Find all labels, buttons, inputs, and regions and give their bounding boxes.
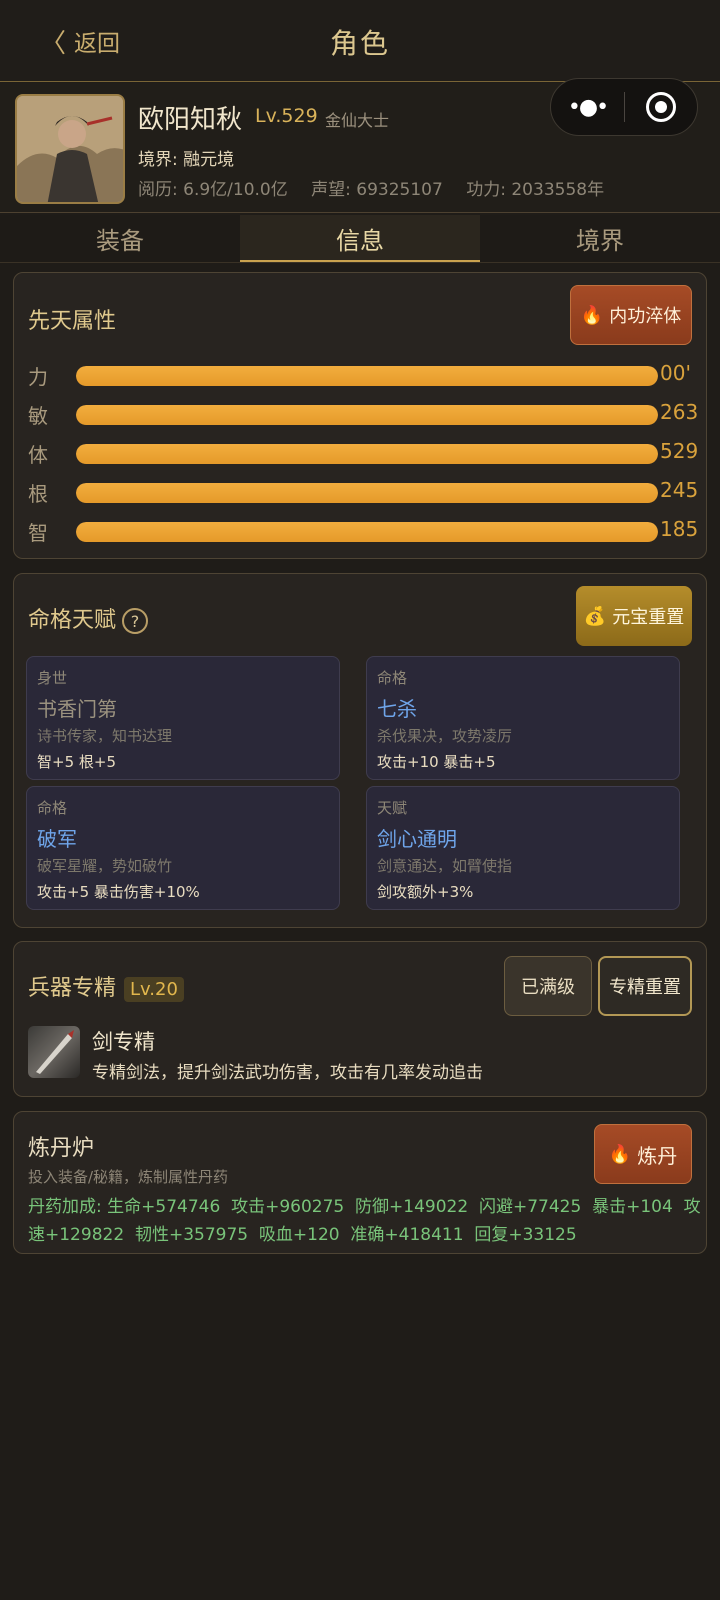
attribute-bar-fill: [76, 522, 658, 542]
attribute-bar-fill: [76, 366, 658, 386]
attribute-bar-fill: [76, 405, 658, 425]
talent-bonus: 智+5 根+5: [37, 753, 116, 771]
talent-title-row: 命格天赋?: [28, 602, 149, 634]
internal-training-label: 内功淬体: [609, 306, 682, 327]
talent-card[interactable]: 命格破军破军星耀，势如破竹攻击+5 暴击伤害+10%: [26, 786, 340, 910]
miniprogram-capsule: •●•: [550, 78, 698, 136]
power-text: 功力: 2033558年: [466, 180, 605, 200]
attribute-value: '00: [660, 361, 691, 385]
attribute-label: 体: [28, 443, 48, 467]
weapon-mastery-panel: 兵器专精 Lv.20 已满级 专精重置 剑专精 专精剑法，提升剑法武功伤害，攻击有…: [13, 941, 707, 1097]
tab-bar: 装备 信息 境界: [0, 215, 720, 263]
talent-bonus: 攻击+5 暴击伤害+10%: [37, 883, 200, 901]
attribute-bar: [76, 522, 658, 542]
attribute-row: 力 '00: [28, 361, 708, 391]
attribute-bar: [76, 366, 658, 386]
experience-text: 阅历: 6.9亿/10.0亿: [138, 180, 288, 200]
innate-title: 先天属性: [28, 309, 117, 334]
realm-text: 境界: 融元境: [138, 150, 235, 170]
mastery-level-badge: Lv.20: [124, 976, 184, 1002]
internal-training-button[interactable]: 🔥 内功淬体: [570, 285, 692, 345]
fire-icon: 🔥: [608, 1143, 632, 1165]
target-circle-icon[interactable]: [625, 92, 697, 122]
maxed-button[interactable]: 已满级: [504, 956, 592, 1016]
more-dots-icon[interactable]: •●•: [551, 95, 624, 120]
character-level: Lv.529: [255, 105, 318, 127]
ingot-reset-button[interactable]: 💰 元宝重置: [576, 586, 692, 646]
attribute-label: 根: [28, 482, 48, 506]
tab-realm[interactable]: 境界: [480, 215, 720, 262]
alchemy-panel: 炼丹炉 投入装备/秘籍，炼制属性丹药 🔥 炼丹 丹药加成: 生命+574746 …: [13, 1111, 707, 1254]
talent-desc: 杀伐果决，攻势凌厉: [377, 727, 513, 745]
top-bar: 〈 返回 角色: [0, 0, 720, 82]
stats-line: 阅历: 6.9亿/10.0亿 声望: 69325107 功力: 2033558年: [138, 175, 622, 200]
talent-category: 天赋: [377, 799, 408, 817]
attribute-label: 敏: [28, 404, 48, 428]
attribute-label: 力: [28, 365, 48, 389]
talent-panel: 命格天赋? 💰 元宝重置 身世 书香门第 诗书传家，知书达理 智+5 根+5 命格 七杀杀…: [13, 573, 707, 928]
character-portrait[interactable]: [15, 94, 125, 204]
fire-icon: 🔥: [580, 304, 604, 326]
money-bag-icon: 💰: [583, 605, 607, 627]
attribute-value: 263: [660, 400, 699, 424]
attribute-label: 智: [28, 521, 48, 545]
weapon-title: 兵器专精: [28, 976, 117, 1001]
talent-bonus: 攻击+10 暴击+5: [377, 753, 496, 771]
mastery-desc: 专精剑法，提升剑法武功伤害，攻击有几率发动追击: [92, 1063, 483, 1083]
innate-attributes-panel: 先天属性 🔥 内功淬体 力 '00 敏 263 体 529 根 245 智 185: [13, 272, 707, 559]
page-title: 角色: [329, 27, 390, 60]
talent-card[interactable]: 天赋剑心通明剑意通达，如臂使指 剑攻额外+3%: [366, 786, 680, 910]
character-name: 欧阳知秋: [138, 105, 243, 135]
attribute-row: 敏 263: [28, 400, 708, 430]
talent-category: 命格: [37, 799, 68, 817]
attribute-bar-fill: [76, 483, 658, 503]
mastery-reset-button[interactable]: 专精重置: [598, 956, 692, 1016]
talent-desc: 诗书传家，知书达理: [37, 727, 173, 745]
talent-name: 书香门第: [37, 697, 117, 721]
reputation-text: 声望: 69325107: [311, 180, 443, 200]
alchemy-bonus-line-2: 速+129822 韧性+357975 吸血+120 准确+418411 回复+3…: [28, 1225, 577, 1245]
attribute-value: 245: [660, 478, 699, 502]
talent-name: 破军: [37, 827, 77, 851]
character-rank: 金仙大士: [325, 111, 390, 130]
talent-card[interactable]: 命格七杀杀伐果决，攻势凌厉 攻击+10 暴击+5: [366, 656, 680, 780]
attribute-bar: [76, 483, 658, 503]
talent-card[interactable]: 身世书香门第诗书传家，知书达理 智+5 根+5: [26, 656, 340, 780]
talent-category: 命格: [377, 669, 408, 687]
weapon-title-row: 兵器专精 Lv.20: [28, 970, 184, 1002]
alchemy-label: 炼丹: [637, 1143, 678, 1168]
tab-info[interactable]: 信息: [240, 215, 480, 262]
alchemy-bonus-line-1: 丹药加成: 生命+574746 攻击+960275 防御+149022 闪避+7…: [28, 1197, 701, 1217]
attribute-row: 根 245: [28, 478, 708, 508]
ingot-reset-label: 元宝重置: [612, 607, 685, 628]
talent-category: 身世: [37, 669, 68, 687]
alchemy-title: 炼丹炉: [28, 1136, 95, 1161]
talent-desc: 剑意通达，如臂使指: [377, 857, 513, 875]
attribute-row: 智 185: [28, 517, 708, 547]
attribute-value: 185: [660, 517, 699, 541]
talent-desc: 破军星耀，势如破竹: [37, 857, 173, 875]
alchemy-button[interactable]: 🔥 炼丹: [594, 1124, 692, 1184]
mastery-name: 剑专精: [92, 1030, 155, 1054]
attribute-value: 529: [660, 439, 699, 463]
attribute-row: 体 529: [28, 439, 708, 469]
talent-bonus: 剑攻额外+3%: [377, 883, 474, 901]
sword-icon: [28, 1026, 80, 1078]
attribute-bar: [76, 405, 658, 425]
talent-name: 七杀: [377, 697, 417, 721]
talent-title: 命格天赋: [28, 608, 117, 633]
alchemy-subtitle: 投入装备/秘籍，炼制属性丹药: [28, 1168, 229, 1186]
help-icon[interactable]: ?: [122, 608, 149, 634]
talent-name: 剑心通明: [377, 827, 457, 851]
attribute-bar-fill: [76, 444, 658, 464]
attribute-bar: [76, 444, 658, 464]
tab-equipment[interactable]: 装备: [0, 215, 240, 262]
portrait-image: [17, 96, 123, 202]
